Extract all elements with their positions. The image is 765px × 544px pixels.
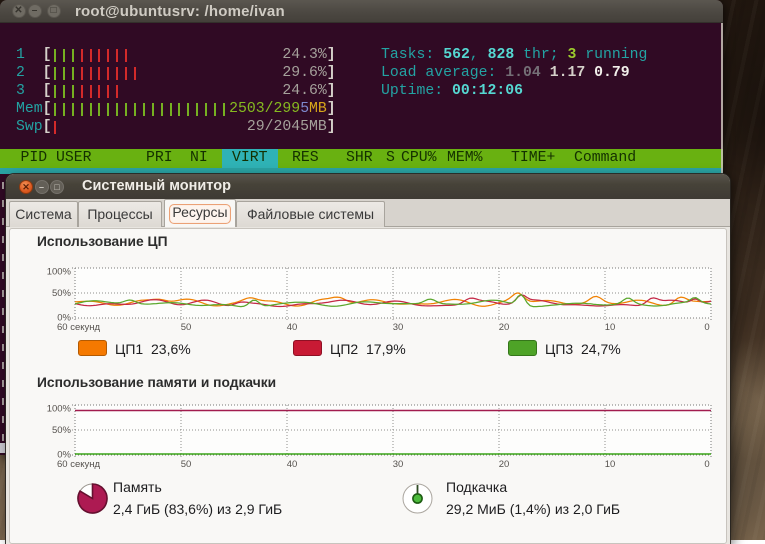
svg-text:100%: 100% [47, 404, 72, 415]
svg-text:100%: 100% [47, 267, 72, 278]
svg-text:60 секунд: 60 секунд [57, 322, 100, 333]
svg-text:60 секунд: 60 секунд [57, 459, 100, 470]
svg-text:50%: 50% [52, 425, 72, 436]
svg-text:40: 40 [287, 322, 298, 333]
svg-text:50: 50 [181, 459, 192, 470]
svg-text:20: 20 [499, 322, 510, 333]
svg-text:0: 0 [704, 322, 709, 333]
svg-text:0: 0 [704, 459, 709, 470]
svg-text:20: 20 [499, 459, 510, 470]
svg-text:10: 10 [605, 459, 616, 470]
svg-text:30: 30 [393, 322, 404, 333]
svg-text:50%: 50% [52, 288, 72, 299]
svg-text:10: 10 [605, 322, 616, 333]
svg-text:30: 30 [393, 459, 404, 470]
svg-text:50: 50 [181, 322, 192, 333]
svg-text:40: 40 [287, 459, 298, 470]
